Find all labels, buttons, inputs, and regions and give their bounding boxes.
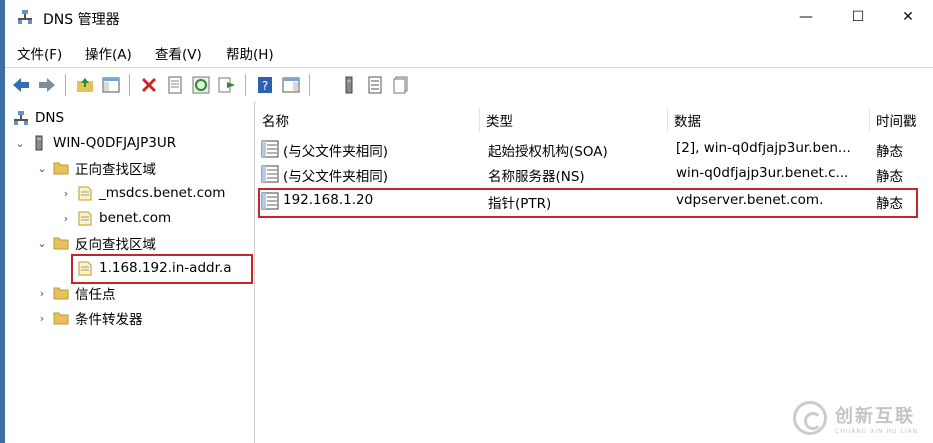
tree-label: _msdcs.benet.com: [99, 185, 226, 201]
tree-label: 条件转发器: [75, 312, 143, 328]
cell-data: vdpserver.benet.com.: [676, 192, 824, 208]
tree-node-zone-msdcs[interactable]: › _msdcs.benet.com: [59, 182, 226, 204]
watermark-text: 创新互联: [835, 405, 915, 427]
window-title: DNS 管理器: [43, 12, 120, 28]
toolbar-separator: [129, 74, 130, 96]
record-icon: [261, 165, 279, 183]
column-header-timestamp[interactable]: 时间戳: [870, 108, 933, 132]
tree-node-zone-benet[interactable]: › benet.com: [59, 207, 171, 229]
folder-icon: [53, 162, 69, 175]
table-row[interactable]: (与父文件夹相同) 名称服务器(NS) win-q0dfjajp3ur.bene…: [256, 163, 933, 187]
show-action-pane-icon[interactable]: [281, 75, 301, 95]
help-icon[interactable]: ?: [255, 75, 275, 95]
chevron-right-icon[interactable]: ›: [59, 212, 73, 225]
record-list-icon[interactable]: [365, 75, 385, 95]
toolbar: ?: [5, 67, 933, 103]
show-hide-console-tree-icon[interactable]: [101, 75, 121, 95]
folder-icon: [53, 287, 69, 300]
tree-node-forward-zones[interactable]: ⌄ 正向查找区域: [35, 157, 156, 179]
records-list: 名称 类型 数据 时间戳 (与父文件夹相同) 起始授权机构(SOA) [2], …: [256, 102, 933, 443]
tree-label: 正向查找区域: [75, 162, 156, 178]
dns-manager-icon: [18, 10, 32, 24]
tree-label: DNS: [35, 110, 65, 126]
export-list-icon[interactable]: [217, 75, 237, 95]
table-row[interactable]: (与父文件夹相同) 起始授权机构(SOA) [2], win-q0dfjajp3…: [256, 138, 933, 162]
chevron-right-icon[interactable]: ›: [59, 187, 73, 200]
properties-icon[interactable]: [165, 75, 185, 95]
tree-node-conditional-forwarders[interactable]: › 条件转发器: [35, 307, 143, 329]
menu-file[interactable]: 文件(F): [17, 43, 62, 63]
tree-node-reverse-zones[interactable]: ⌄ 反向查找区域: [35, 232, 156, 254]
zone-icon: [78, 186, 92, 201]
toolbar-separator: [245, 74, 246, 96]
menu-help[interactable]: 帮助(H): [226, 43, 274, 63]
zone-icon: [78, 211, 92, 226]
watermark-subtext: CHUANG XIN HU LIAN: [835, 427, 919, 435]
cell-data: [2], win-q0dfjajp3ur.ben...: [676, 140, 851, 156]
table-row[interactable]: 192.168.1.20 指针(PTR) vdpserver.benet.com…: [256, 190, 933, 214]
maximize-button[interactable]: ☐: [835, 0, 881, 34]
cell-name: 192.168.1.20: [283, 192, 374, 208]
menu-action[interactable]: 操作(A): [85, 43, 132, 63]
column-header-name[interactable]: 名称: [256, 108, 480, 132]
console-tree: DNS ⌄ WIN-Q0DFJAJP3UR ⌄ 正向查找区域 › _msdcs.…: [5, 102, 255, 443]
minimize-button[interactable]: —: [783, 0, 829, 34]
cell-timestamp: 静态: [876, 144, 903, 160]
tree-node-dns[interactable]: DNS: [13, 107, 64, 129]
tree-node-server[interactable]: ⌄ WIN-Q0DFJAJP3UR: [13, 132, 176, 154]
menu-view[interactable]: 查看(V): [155, 43, 202, 63]
cell-type: 名称服务器(NS): [488, 169, 585, 185]
record-icon: [261, 192, 279, 210]
cell-timestamp: 静态: [876, 169, 903, 185]
server-icon[interactable]: [339, 75, 359, 95]
tree-label: 反向查找区域: [75, 237, 156, 253]
tree-label: 1.168.192.in-addr.a: [99, 260, 232, 276]
tree-label: WIN-Q0DFJAJP3UR: [53, 135, 177, 151]
chevron-right-icon[interactable]: ›: [35, 312, 49, 325]
title-bar: DNS 管理器 — ☐ ✕: [5, 0, 933, 34]
server-icon: [35, 135, 43, 151]
cell-name: (与父文件夹相同): [283, 144, 389, 160]
close-button[interactable]: ✕: [885, 0, 931, 34]
column-header-type[interactable]: 类型: [480, 108, 668, 132]
chevron-down-icon[interactable]: ⌄: [35, 162, 49, 175]
toolbar-separator: [309, 74, 310, 96]
toolbar-separator: [65, 74, 66, 96]
forward-arrow-icon[interactable]: [37, 75, 57, 95]
folder-icon: [53, 237, 69, 250]
svg-text:?: ?: [262, 79, 268, 93]
menu-bar: 文件(F) 操作(A) 查看(V) 帮助(H): [5, 38, 933, 66]
record-icon: [261, 140, 279, 158]
delete-icon[interactable]: [139, 75, 159, 95]
chevron-down-icon[interactable]: ⌄: [35, 237, 49, 250]
cell-type: 指针(PTR): [488, 196, 552, 212]
tree-label: benet.com: [99, 210, 172, 226]
column-header-data[interactable]: 数据: [668, 108, 870, 132]
chevron-right-icon[interactable]: ›: [35, 287, 49, 300]
up-folder-icon[interactable]: [75, 75, 95, 95]
zone-file-icon[interactable]: [391, 75, 411, 95]
watermark-logo: 创新互联 CHUANG XIN HU LIAN: [783, 393, 933, 443]
chevron-down-icon[interactable]: ⌄: [13, 137, 27, 150]
back-arrow-icon[interactable]: [11, 75, 31, 95]
tree-label: 信任点: [75, 287, 116, 303]
cell-data: win-q0dfjajp3ur.benet.c...: [676, 165, 849, 181]
folder-icon: [53, 312, 69, 325]
tree-node-zone-reverse[interactable]: 1.168.192.in-addr.a: [77, 257, 231, 279]
zone-icon: [78, 261, 92, 276]
watermark-icon: [793, 401, 827, 435]
tree-node-trust-points[interactable]: › 信任点: [35, 282, 116, 304]
cell-type: 起始授权机构(SOA): [488, 144, 608, 160]
dns-icon: [14, 111, 28, 125]
cell-timestamp: 静态: [876, 196, 903, 212]
refresh-icon[interactable]: [191, 75, 211, 95]
cell-name: (与父文件夹相同): [283, 169, 389, 185]
